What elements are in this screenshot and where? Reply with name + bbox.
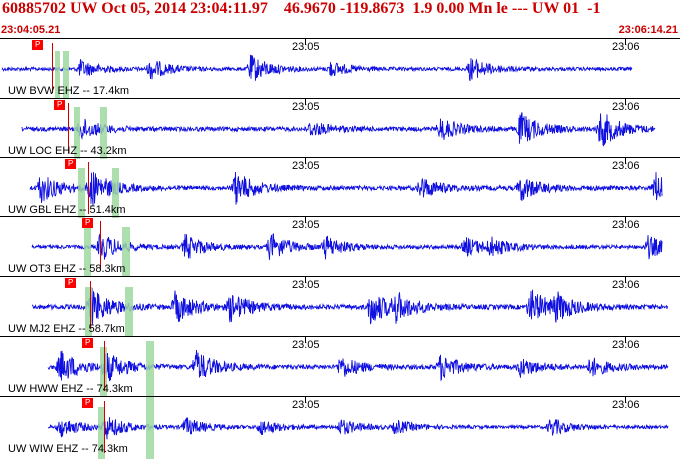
waveform-line <box>29 171 663 206</box>
p-pick-marker[interactable]: P <box>65 159 77 169</box>
waveform-line <box>47 349 669 382</box>
tick-label: 23:05 <box>292 160 320 172</box>
trace-panel-loc: 23:05 23:06 P UW LOC EHZ -- 43.2km <box>0 98 680 159</box>
event-title: 60885702 UW Oct 05, 2014 23:04:11.97 46.… <box>2 0 601 17</box>
station-label: UW WIW EHZ -- 74.3km <box>8 443 128 455</box>
header: 60885702 UW Oct 05, 2014 23:04:11.97 46.… <box>0 0 680 38</box>
tick-label: 23:05 <box>292 339 320 351</box>
waveform-line <box>1 54 633 82</box>
p-pick-marker[interactable]: P <box>82 218 94 228</box>
seismogram-panels: 23:05 23:06 P UW BVW EHZ -- 17.4km 23:05… <box>0 38 680 459</box>
p-pick-marker[interactable]: P <box>65 278 77 288</box>
trace-panel-mj2: 23:05 23:06 P UW MJ2 EHZ -- 58.7km <box>0 276 680 337</box>
tick-label: 23:06 <box>612 41 640 53</box>
p-pick-marker[interactable]: P <box>54 100 66 110</box>
pick-line <box>90 281 91 329</box>
station-label: UW MJ2 EHZ -- 58.7km <box>8 323 125 335</box>
tick-label: 23:06 <box>612 219 640 231</box>
start-time: 23:04:05.21 <box>1 24 61 36</box>
p-pick-marker[interactable]: P <box>82 398 94 408</box>
tick-label: 23:06 <box>612 160 640 172</box>
tick-label: 23:05 <box>292 219 320 231</box>
tick-label: 23:06 <box>612 101 640 113</box>
tick-label: 23:06 <box>612 399 640 411</box>
trace-panel-hww: 23:05 23:06 P UW HWW EHZ -- 74.3km <box>0 336 680 397</box>
p-pick-marker[interactable]: P <box>32 40 44 50</box>
trace-panel-ot3: 23:05 23:06 P UW OT3 EHZ -- 58.3km <box>0 216 680 277</box>
station-label: UW BVW EHZ -- 17.4km <box>8 85 130 97</box>
trace-panel-wiw: 23:05 23:06 P UW WIW EHZ -- 74.3km <box>0 396 680 459</box>
tick-label: 23:05 <box>292 101 320 113</box>
station-label: UW OT3 EHZ -- 58.3km <box>8 263 126 275</box>
station-label: UW GBL EHZ -- 51.4km <box>8 204 126 216</box>
tick-label: 23:06 <box>612 339 640 351</box>
pick-window <box>146 341 154 397</box>
tick-label: 23:05 <box>292 41 320 53</box>
waveform-line <box>48 417 669 440</box>
tick-label: 23:06 <box>612 279 640 291</box>
end-time: 23:06:14.21 <box>618 24 678 36</box>
station-label: UW HWW EHZ -- 74.3km <box>8 383 133 395</box>
trace-panel-bvw: 23:05 23:06 P UW BVW EHZ -- 17.4km <box>0 38 680 98</box>
pick-window <box>146 397 154 459</box>
pick-line <box>100 221 101 269</box>
trace-panel-gbl: 23:05 23:06 P UW GBL EHZ -- 51.4km <box>0 157 680 218</box>
station-label: UW LOC EHZ -- 43.2km <box>8 145 127 157</box>
tick-label: 23:05 <box>292 399 320 411</box>
waveform-line <box>21 112 656 147</box>
pick-window <box>125 287 133 337</box>
p-pick-marker[interactable]: P <box>82 338 94 348</box>
tick-label: 23:05 <box>292 279 320 291</box>
